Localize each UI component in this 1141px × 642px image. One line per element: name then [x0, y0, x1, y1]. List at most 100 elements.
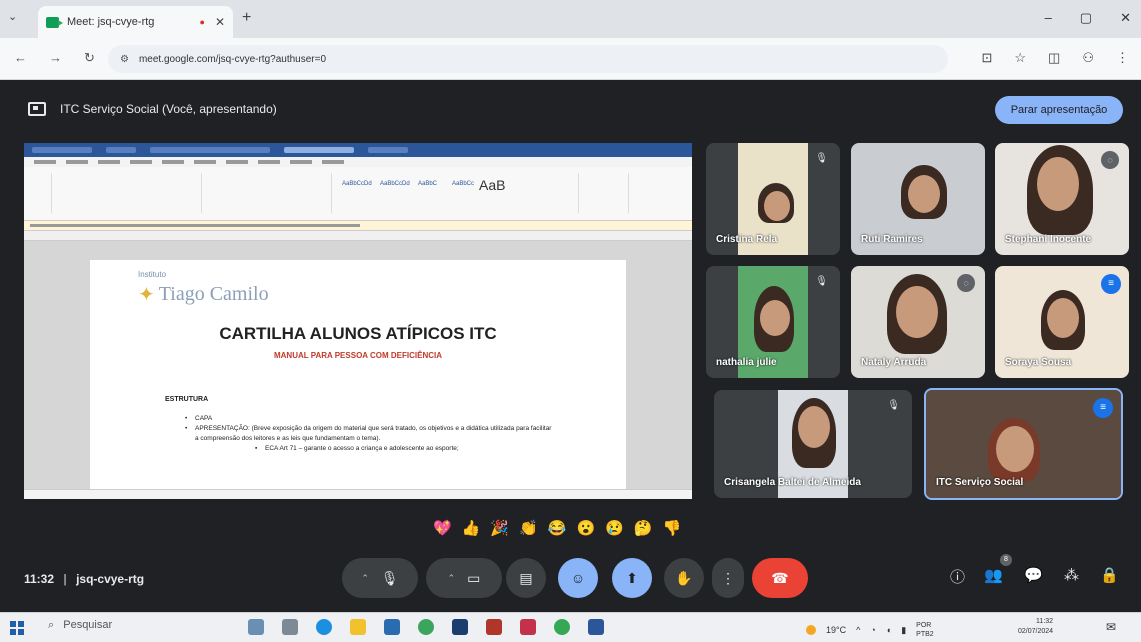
participant-tile-self[interactable]: ≡ ITC Serviço Social [924, 388, 1123, 500]
present-button[interactable]: ⬆ [612, 558, 652, 598]
reaction-thumbs-down-icon[interactable]: 👎 [663, 519, 682, 537]
word-icon[interactable] [588, 619, 604, 635]
browser-tab-meet[interactable]: Meet: jsq-cvye-rtg ● ✕ [38, 6, 233, 38]
pdf-app-icon[interactable] [520, 619, 536, 635]
emoji-icon: ☺ [570, 570, 586, 586]
chrome-alt-icon[interactable] [554, 619, 570, 635]
institute-small-label: Instituto [138, 270, 167, 279]
word-menu [24, 157, 692, 167]
input-language[interactable]: POR PTB2 [916, 621, 934, 639]
nav-buttons: ← → ↻ [14, 50, 95, 66]
notifications-icon[interactable]: ✉ [1106, 620, 1116, 634]
info-icon[interactable]: ⓘ [950, 566, 965, 587]
mic-button[interactable]: ⌃ 🎙 [342, 558, 418, 598]
reaction-surprised-icon[interactable]: 😮 [576, 519, 595, 537]
edge-icon[interactable] [316, 619, 332, 635]
meeting-code: jsq-cvye-rtg [76, 572, 145, 586]
task-view-icon[interactable] [282, 619, 298, 635]
back-button[interactable]: ← [14, 50, 27, 66]
reaction-thumbs-up-icon[interactable]: 👍 [462, 519, 481, 537]
participant-tile[interactable]: ◌ Stephani Inocente [995, 143, 1129, 255]
browser-menu-icon[interactable]: ⋮ [1116, 50, 1129, 66]
site-info-icon[interactable]: ⚙ [120, 54, 129, 65]
forward-button[interactable]: → [49, 50, 62, 66]
chrome-icon[interactable] [418, 619, 434, 635]
list-item: CAPA [185, 414, 555, 424]
reaction-thinking-icon[interactable]: 🤔 [634, 519, 653, 537]
document-list: CAPA APRESENTAÇÃO: (Breve exposição da o… [185, 414, 555, 454]
presenting-label: ITC Serviço Social (Você, apresentando) [60, 102, 277, 116]
recording-indicator-icon: ● [199, 17, 205, 27]
stop-presenting-button[interactable]: Parar apresentação [995, 96, 1123, 124]
mail-icon[interactable] [384, 619, 400, 635]
video-options-icon[interactable]: ⌃ [448, 573, 456, 584]
hand-icon: ✋ [675, 569, 693, 586]
mic-icon: 🎙 [887, 400, 900, 411]
battery-icon[interactable]: ▮ [901, 625, 906, 636]
chat-icon[interactable]: 💬 [1024, 566, 1043, 584]
tab-title: Meet: jsq-cvye-rtg [67, 16, 155, 28]
participant-name: ITC Serviço Social [936, 477, 1024, 488]
network-icon[interactable]: ◔ [870, 625, 875, 635]
clock-date: 02/07/2024 [1018, 628, 1054, 635]
host-controls-icon[interactable]: 🔒 [1100, 566, 1119, 584]
tray-overflow-icon[interactable]: ^ [856, 625, 860, 635]
taskbar-clock[interactable]: 11:32 02/07/2024 [1018, 617, 1053, 637]
mic-icon: 🎙 [380, 569, 399, 586]
camera-button[interactable]: ⌃ ▭ [426, 558, 502, 598]
participant-name: Soraya Sousa [1005, 357, 1072, 368]
tab-list-button[interactable]: ⌄ [8, 10, 17, 23]
word-statusbar [24, 489, 692, 499]
participant-tile[interactable]: ◌ Nataly Arruda [851, 266, 985, 378]
participant-tile[interactable]: Ruti Ramires [851, 143, 985, 255]
participant-count-badge: 8 [1000, 554, 1012, 566]
audio-options-icon[interactable]: ⌃ [361, 573, 369, 584]
tab-close-icon[interactable]: ✕ [215, 15, 225, 29]
participant-name: Ruti Ramires [861, 234, 923, 245]
raise-hand-button[interactable]: ✋ [664, 558, 704, 598]
logo-mark-icon: ✦ [138, 284, 155, 306]
app-red-icon[interactable] [486, 619, 502, 635]
video-face [908, 175, 940, 213]
reaction-laugh-icon[interactable]: 😂 [548, 519, 567, 537]
activities-icon[interactable]: ⁂ [1064, 566, 1079, 584]
reaction-sad-icon[interactable]: 😢 [605, 519, 624, 537]
new-tab-button[interactable]: + [242, 9, 251, 27]
bookmark-star-icon[interactable]: ☆ [1014, 50, 1026, 66]
taskbar-search[interactable]: ⌕ Pesquisar [48, 619, 112, 632]
taskbar-app-icon[interactable] [248, 619, 264, 635]
captions-button[interactable]: ▤ [506, 558, 546, 598]
photoshop-icon[interactable] [452, 619, 468, 635]
hangup-icon: ☎ [771, 569, 789, 586]
participant-tile[interactable]: 🎙 nathalia julie [706, 266, 840, 378]
reaction-clap-icon[interactable]: 👏 [519, 519, 538, 537]
reaction-heart-icon[interactable]: 💖 [433, 519, 452, 537]
close-window-button[interactable]: ✕ [1120, 10, 1131, 26]
participant-tile[interactable]: 🎙 Crisangela Baltei de Almeida [714, 390, 912, 498]
windows-start-icon[interactable] [10, 621, 24, 635]
minimize-button[interactable]: – [1045, 10, 1052, 26]
participant-tile[interactable]: ≡ Soraya Sousa [995, 266, 1129, 378]
volume-icon[interactable]: ◖ [886, 625, 891, 635]
reactions-bar: 💖 👍 🎉 👏 😂 😮 😢 🤔 👎 [433, 519, 681, 537]
extensions-icon[interactable]: ◫ [1048, 50, 1060, 66]
maximize-button[interactable]: ▢ [1080, 10, 1092, 26]
list-subitem: ECA Art 71 – garante o acesso a criança … [185, 444, 555, 454]
meet-stage: ITC Serviço Social (Você, apresentando) … [0, 80, 1141, 610]
participant-tile[interactable]: 🎙 Cristina Rela [706, 143, 840, 255]
emoji-button[interactable]: ☺ [558, 558, 598, 598]
people-icon[interactable]: 👥 [984, 566, 1003, 584]
weather-temp: 19°C [826, 625, 847, 635]
lang-line-1: POR [916, 622, 932, 629]
separator: | [63, 572, 67, 586]
reaction-party-icon[interactable]: 🎉 [490, 519, 509, 537]
cast-icon[interactable]: ⊡ [981, 50, 992, 66]
reload-button[interactable]: ↻ [84, 50, 95, 66]
address-bar[interactable]: ⚙ meet.google.com/jsq-cvye-rtg?authuser=… [108, 45, 948, 73]
more-options-button[interactable]: ⋮ [712, 558, 744, 598]
leave-call-button[interactable]: ☎ [752, 558, 808, 598]
meeting-info: 11:32 | jsq-cvye-rtg [24, 572, 144, 586]
profile-icon[interactable]: ⚇ [1082, 50, 1094, 66]
file-explorer-icon[interactable] [350, 619, 366, 635]
search-icon: ⌕ [48, 619, 55, 631]
